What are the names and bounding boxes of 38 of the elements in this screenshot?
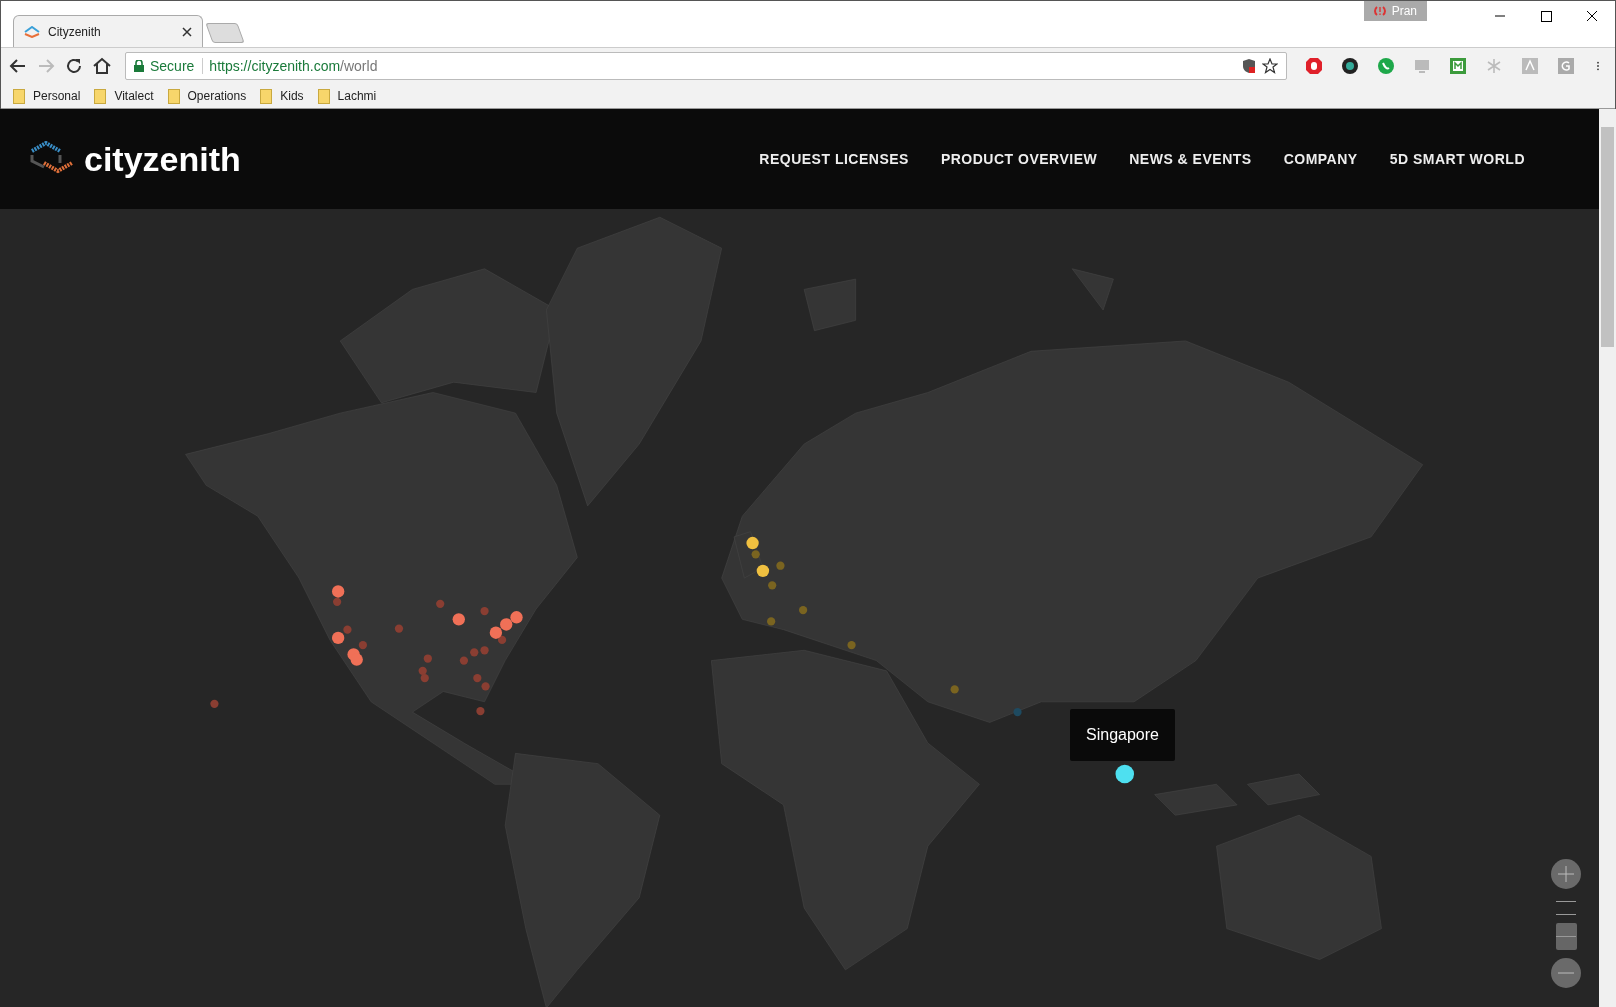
- zoom-out-button[interactable]: [1551, 958, 1581, 988]
- nav-link[interactable]: COMPANY: [1283, 151, 1358, 167]
- folder-icon: [167, 88, 180, 104]
- lock-icon: [134, 60, 144, 72]
- logo-text: cityzenith: [84, 139, 241, 179]
- location-tooltip: Singapore: [1070, 709, 1175, 761]
- minus-icon: [1557, 972, 1575, 974]
- home-icon[interactable]: [91, 55, 113, 77]
- url-text: https://cityzenith.com/world: [209, 58, 379, 74]
- browser-tab[interactable]: Cityzenith: [13, 15, 203, 47]
- star-icon[interactable]: [1262, 58, 1278, 74]
- folder-icon: [13, 88, 25, 104]
- folder-icon: [94, 88, 107, 104]
- bookmark-folder[interactable]: Operations: [187, 89, 247, 103]
- plus-icon: [1557, 865, 1575, 883]
- bookmark-folder[interactable]: Vitalect: [114, 89, 154, 103]
- close-icon[interactable]: [182, 26, 192, 37]
- location-marker[interactable]: [1115, 764, 1135, 784]
- nav-link[interactable]: 5D SMART WORLD: [1389, 151, 1525, 167]
- secure-label: Secure: [150, 58, 204, 74]
- bookmark-folder[interactable]: Kids: [280, 89, 304, 103]
- zoom-in-button[interactable]: [1551, 859, 1581, 889]
- stop-sign-icon[interactable]: [1305, 57, 1323, 75]
- nav-link[interactable]: PRODUCT OVERVIEW: [940, 151, 1098, 167]
- nav-link[interactable]: REQUEST LICENSES: [759, 151, 909, 167]
- logo-icon: [24, 25, 40, 38]
- shield-icon[interactable]: [1242, 58, 1256, 74]
- sync-error-icon: [1373, 5, 1386, 17]
- address-bar[interactable]: Secure https://cityzenith.com/world: [125, 52, 1287, 80]
- scrollbar[interactable]: [1599, 109, 1616, 1007]
- nav-link[interactable]: NEWS & EVENTS: [1129, 151, 1252, 167]
- folder-icon: [260, 88, 273, 104]
- bookmark-folder[interactable]: Personal: [33, 89, 81, 103]
- zoom-slider-handle[interactable]: [1555, 923, 1577, 950]
- letter-tile-icon[interactable]: [1557, 57, 1575, 75]
- bookmark-folder[interactable]: Lachmi: [337, 89, 377, 103]
- camera-lens-icon[interactable]: [1341, 57, 1359, 75]
- folder-icon: [317, 88, 330, 104]
